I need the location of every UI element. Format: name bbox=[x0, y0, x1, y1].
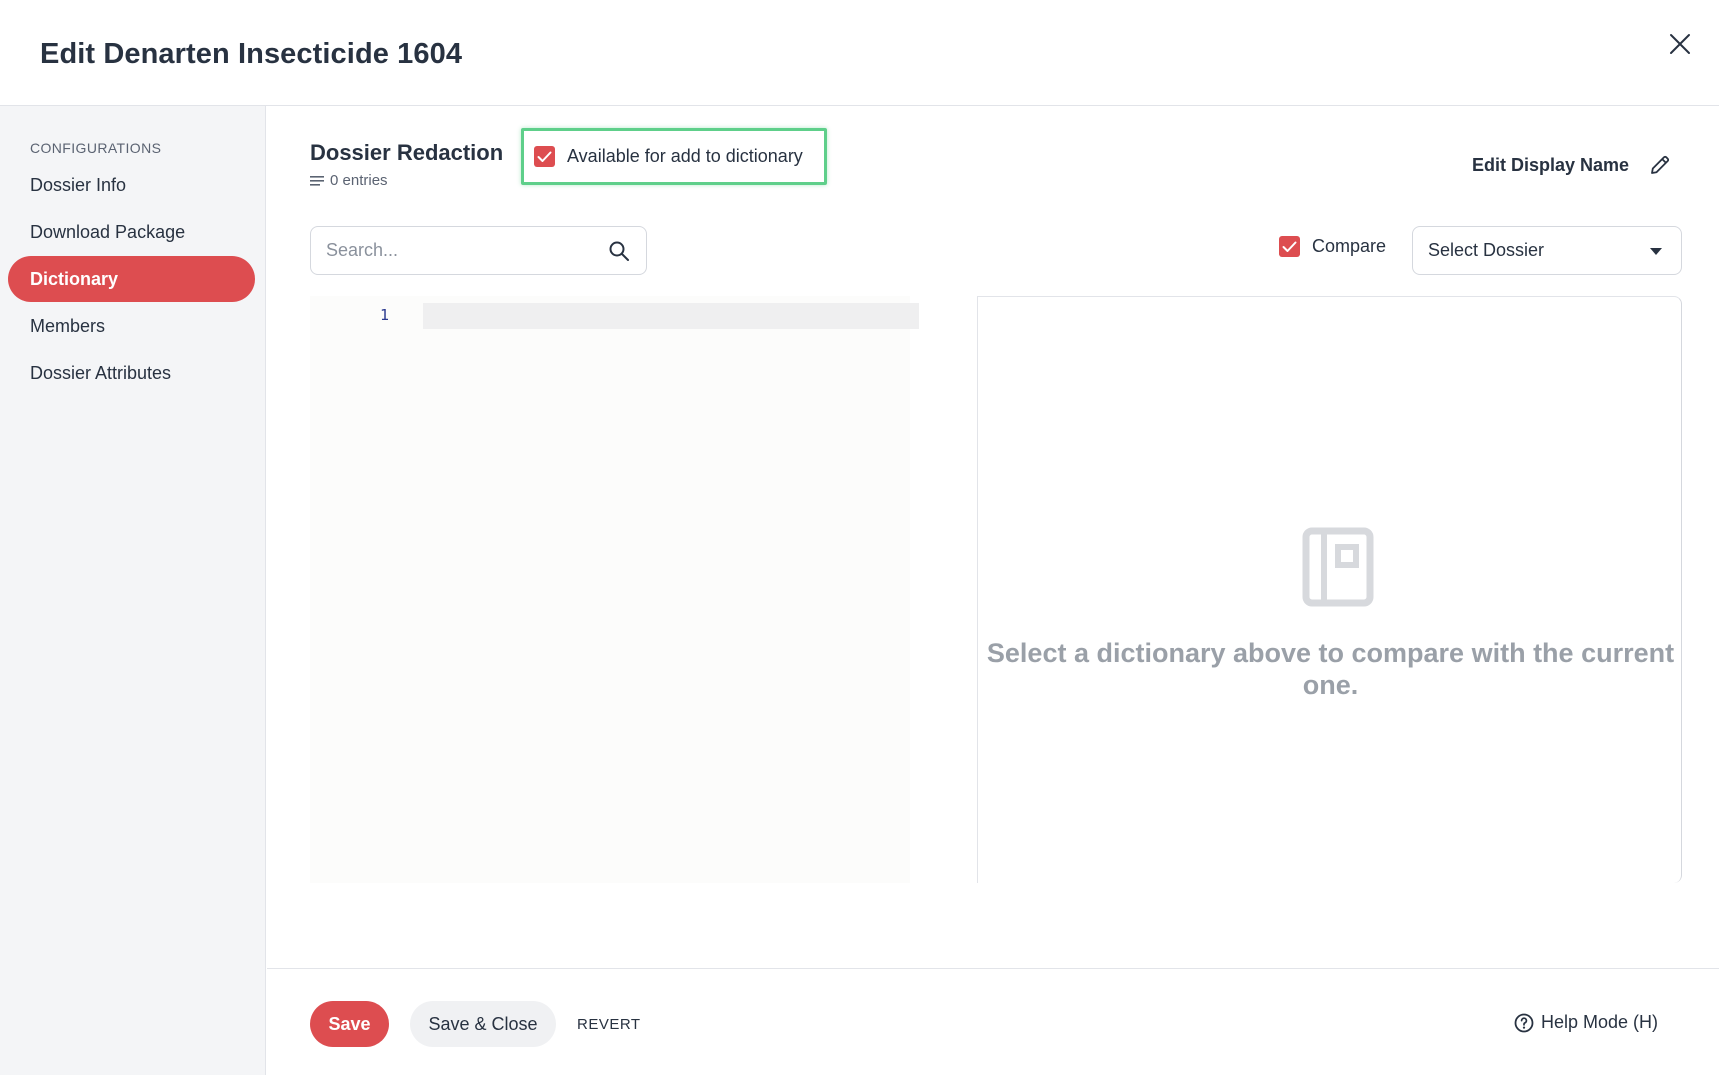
edit-display-name-button[interactable]: Edit Display Name bbox=[1472, 154, 1671, 176]
close-icon bbox=[1670, 34, 1690, 54]
main-content: Dossier Redaction 0 entries Available fo… bbox=[267, 106, 1719, 968]
dialog-footer: Save Save & Close REVERT Help Mode (H) bbox=[267, 968, 1719, 1075]
select-dossier-value: Select Dossier bbox=[1428, 240, 1545, 260]
line-number: 1 bbox=[380, 306, 390, 324]
sidebar-item-label: Dossier Attributes bbox=[30, 362, 172, 383]
search-icon[interactable] bbox=[608, 240, 630, 262]
book-icon bbox=[1302, 527, 1374, 607]
dialog-header: Edit Denarten Insecticide 1604 bbox=[0, 0, 1719, 106]
help-mode-button[interactable]: Help Mode (H) bbox=[1514, 1012, 1658, 1033]
dictionary-editor[interactable]: 1 bbox=[310, 296, 919, 883]
available-for-dictionary-checkbox[interactable] bbox=[534, 146, 555, 167]
active-line-highlight bbox=[423, 303, 919, 329]
edit-display-name-label: Edit Display Name bbox=[1472, 154, 1630, 175]
compare-panel: Select a dictionary above to compare wit… bbox=[977, 296, 1682, 883]
sidebar: CONFIGURATIONS Dossier Info Download Pac… bbox=[0, 106, 266, 1075]
edit-dossier-dialog: Edit Denarten Insecticide 1604 CONFIGURA… bbox=[0, 0, 1719, 1075]
available-for-dictionary-option: Available for add to dictionary bbox=[521, 128, 827, 185]
sidebar-item-label: Members bbox=[30, 315, 106, 336]
available-for-dictionary-label: Available for add to dictionary bbox=[567, 146, 803, 166]
sidebar-item-members[interactable]: Members bbox=[8, 303, 255, 349]
search-box bbox=[310, 226, 647, 275]
close-button[interactable] bbox=[1664, 28, 1696, 60]
save-and-close-button[interactable]: Save & Close bbox=[410, 1001, 556, 1047]
select-dossier-dropdown[interactable]: Select Dossier bbox=[1412, 226, 1682, 275]
dictionary-title: Dossier Redaction bbox=[310, 140, 504, 165]
pencil-icon bbox=[1651, 155, 1670, 174]
sidebar-item-download-package[interactable]: Download Package bbox=[8, 209, 255, 255]
compare-checkbox[interactable] bbox=[1279, 236, 1300, 257]
chevron-down-icon bbox=[1650, 248, 1662, 255]
sidebar-item-label: Dossier Info bbox=[30, 174, 127, 195]
checkmark-icon bbox=[537, 151, 552, 162]
compare-option: Compare bbox=[1279, 236, 1386, 257]
entries-count: 0 entries bbox=[310, 172, 388, 189]
save-button[interactable]: Save bbox=[310, 1001, 389, 1047]
help-icon bbox=[1514, 1013, 1534, 1032]
dialog-title: Edit Denarten Insecticide 1604 bbox=[40, 38, 463, 70]
sidebar-heading: CONFIGURATIONS bbox=[30, 140, 162, 156]
sidebar-item-label: Dictionary bbox=[30, 268, 119, 289]
sidebar-item-dossier-info[interactable]: Dossier Info bbox=[8, 162, 255, 208]
checkmark-icon bbox=[1282, 241, 1297, 252]
search-input[interactable] bbox=[326, 227, 596, 274]
sidebar-item-label: Download Package bbox=[30, 221, 186, 242]
sidebar-item-dictionary[interactable]: Dictionary bbox=[8, 256, 255, 302]
revert-button[interactable]: REVERT bbox=[577, 1001, 641, 1047]
sidebar-item-dossier-attributes[interactable]: Dossier Attributes bbox=[8, 350, 255, 396]
compare-label: Compare bbox=[1312, 236, 1387, 256]
list-icon bbox=[310, 175, 324, 186]
entries-label: 0 entries bbox=[330, 172, 388, 189]
help-mode-label: Help Mode (H) bbox=[1541, 1012, 1659, 1032]
compare-empty-message: Select a dictionary above to compare wit… bbox=[986, 638, 1675, 700]
